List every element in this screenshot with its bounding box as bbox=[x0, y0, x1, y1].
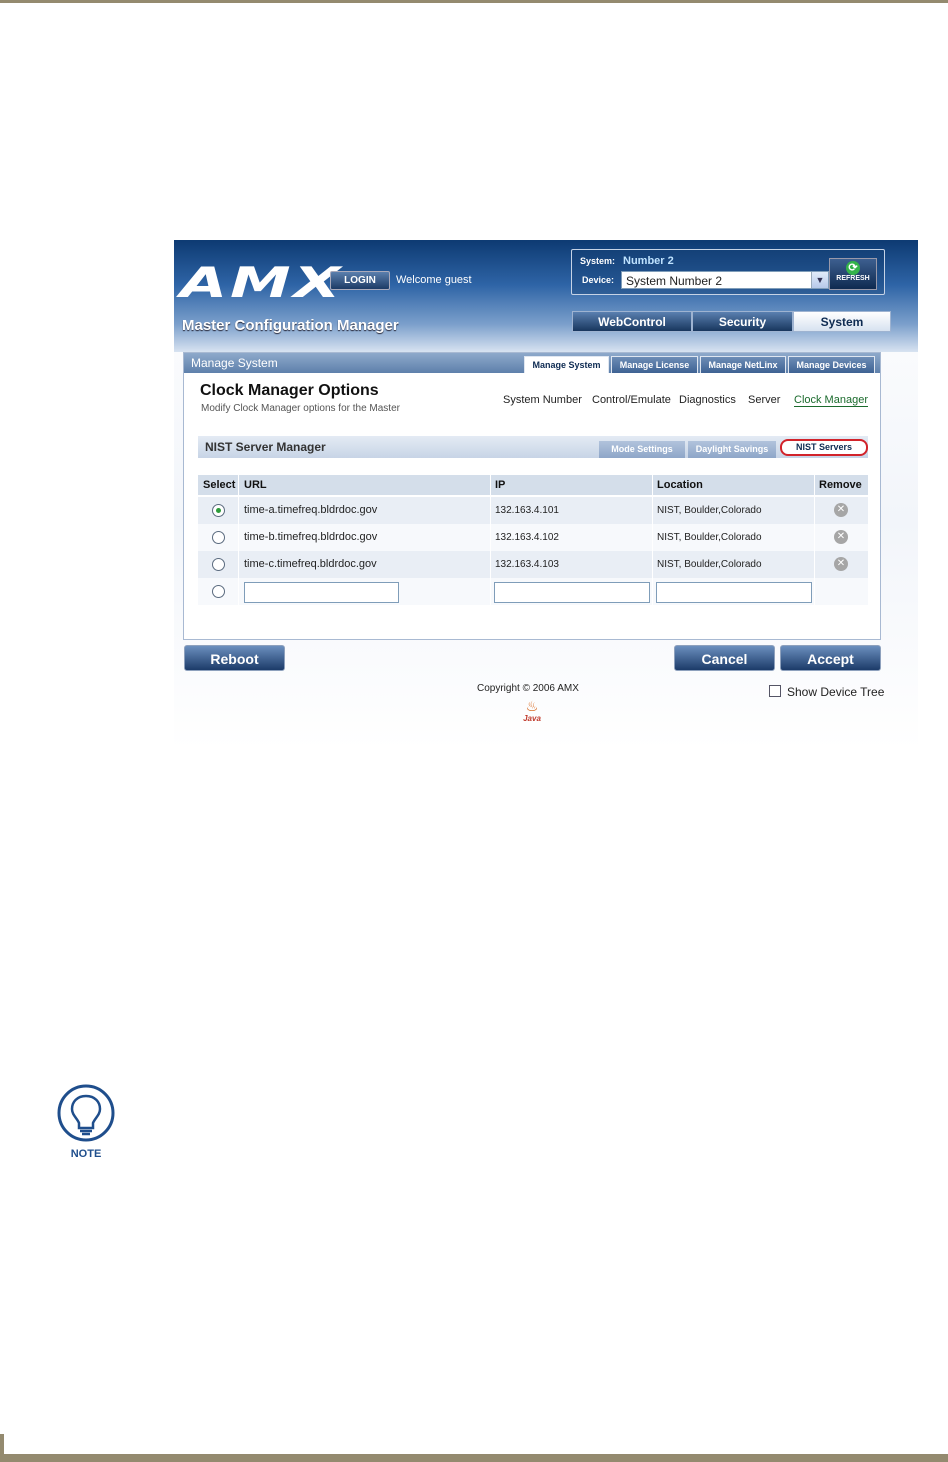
tab-daylight-savings[interactable]: Daylight Savings bbox=[688, 441, 776, 458]
panel-title: Manage System bbox=[191, 356, 278, 370]
refresh-icon: ⟳ bbox=[846, 261, 860, 275]
cancel-button[interactable]: Cancel bbox=[674, 645, 775, 671]
location-cell: NIST, Boulder,Colorado bbox=[657, 559, 762, 570]
device-select[interactable]: System Number 2 ▼ bbox=[621, 271, 829, 289]
table-row: time-a.timefreq.bldrdoc.gov 132.163.4.10… bbox=[198, 497, 868, 524]
page-bottom-rule bbox=[0, 1454, 948, 1462]
reboot-button[interactable]: Reboot bbox=[184, 645, 285, 671]
column-divider bbox=[238, 475, 239, 605]
tab-manage-netlinx[interactable]: Manage NetLinx bbox=[700, 356, 786, 373]
column-divider bbox=[652, 475, 653, 605]
tab-system[interactable]: System bbox=[793, 311, 891, 332]
table-header: Select URL IP Location Remove bbox=[198, 475, 868, 495]
col-ip: IP bbox=[495, 479, 506, 491]
ip-cell: 132.163.4.103 bbox=[495, 559, 559, 570]
tab-mode-settings[interactable]: Mode Settings bbox=[599, 441, 685, 458]
new-ip-input[interactable] bbox=[494, 582, 650, 603]
copyright-text: Copyright © 2006 AMX bbox=[477, 683, 579, 694]
options-subtitle: Modify Clock Manager options for the Mas… bbox=[201, 403, 400, 414]
tab-manage-devices[interactable]: Manage Devices bbox=[788, 356, 875, 373]
java-cup-icon: ♨ bbox=[525, 698, 539, 714]
system-selector-panel: System: Number 2 Device: System Number 2… bbox=[571, 249, 885, 295]
note-label: NOTE bbox=[71, 1148, 102, 1160]
amx-logo: AMX bbox=[180, 258, 344, 307]
ip-cell: 132.163.4.101 bbox=[495, 505, 559, 516]
link-system-number[interactable]: System Number bbox=[503, 394, 582, 406]
url-cell: time-b.timefreq.bldrdoc.gov bbox=[244, 531, 378, 543]
select-radio[interactable] bbox=[212, 504, 225, 517]
url-cell: time-a.timefreq.bldrdoc.gov bbox=[244, 504, 378, 516]
manage-system-panel: Manage System Manage System Manage Licen… bbox=[183, 352, 881, 640]
remove-icon[interactable]: ✕ bbox=[834, 503, 848, 517]
welcome-text: Welcome guest bbox=[396, 274, 472, 286]
col-location: Location bbox=[657, 479, 703, 491]
location-cell: NIST, Boulder,Colorado bbox=[657, 505, 762, 516]
system-label: System: bbox=[580, 256, 616, 266]
remove-icon[interactable]: ✕ bbox=[834, 557, 848, 571]
link-server[interactable]: Server bbox=[748, 394, 780, 406]
col-remove: Remove bbox=[819, 479, 862, 491]
link-clock-manager[interactable]: Clock Manager bbox=[794, 394, 868, 407]
select-radio[interactable] bbox=[212, 531, 225, 544]
chevron-down-icon[interactable]: ▼ bbox=[811, 272, 828, 288]
device-select-value: System Number 2 bbox=[626, 274, 723, 288]
remove-icon[interactable]: ✕ bbox=[834, 530, 848, 544]
select-radio[interactable] bbox=[212, 585, 225, 598]
link-diagnostics[interactable]: Diagnostics bbox=[679, 394, 736, 406]
tab-manage-license[interactable]: Manage License bbox=[611, 356, 698, 373]
url-cell: time-c.timefreq.bldrdoc.gov bbox=[244, 558, 377, 570]
ip-cell: 132.163.4.102 bbox=[495, 532, 559, 543]
link-control-emulate[interactable]: Control/Emulate bbox=[592, 394, 671, 406]
tab-security[interactable]: Security bbox=[692, 311, 793, 332]
table-row: time-c.timefreq.bldrdoc.gov 132.163.4.10… bbox=[198, 551, 868, 578]
refresh-label: REFRESH bbox=[836, 275, 870, 282]
tab-nist-servers[interactable]: NIST Servers bbox=[780, 439, 868, 456]
tab-webcontrol[interactable]: WebControl bbox=[572, 311, 692, 332]
options-title: Clock Manager Options bbox=[200, 382, 379, 399]
show-device-tree-label: Show Device Tree bbox=[787, 685, 885, 699]
login-button[interactable]: LOGIN bbox=[330, 271, 390, 290]
column-divider bbox=[814, 475, 815, 605]
show-device-tree-checkbox[interactable] bbox=[769, 685, 781, 697]
nist-server-manager-bar: NIST Server Manager Mode Settings Daylig… bbox=[198, 436, 868, 458]
location-cell: NIST, Boulder,Colorado bbox=[657, 532, 762, 543]
col-select: Select bbox=[203, 479, 236, 491]
tab-manage-system[interactable]: Manage System bbox=[524, 356, 609, 373]
note-lightbulb-icon: NOTE bbox=[57, 1084, 115, 1160]
refresh-button[interactable]: ⟳ REFRESH bbox=[829, 258, 877, 290]
nist-title: NIST Server Manager bbox=[205, 440, 326, 454]
accept-button[interactable]: Accept bbox=[780, 645, 881, 671]
system-value: Number 2 bbox=[623, 255, 674, 267]
device-label: Device: bbox=[582, 275, 615, 285]
java-wordmark: Java bbox=[523, 714, 541, 723]
column-divider bbox=[490, 475, 491, 605]
new-location-input[interactable] bbox=[656, 582, 812, 603]
table-row-new-entry bbox=[198, 578, 868, 605]
col-url: URL bbox=[244, 479, 267, 491]
screenshot-frame: AMX LOGIN Welcome guest Master Configura… bbox=[174, 240, 918, 750]
show-device-tree-toggle[interactable]: Show Device Tree bbox=[769, 685, 884, 699]
select-radio[interactable] bbox=[212, 558, 225, 571]
new-url-input[interactable] bbox=[244, 582, 399, 603]
panel-header-bar: Manage System Manage System Manage Licen… bbox=[184, 353, 880, 373]
page-top-rule bbox=[0, 0, 948, 3]
app-title: Master Configuration Manager bbox=[182, 317, 399, 334]
table-row: time-b.timefreq.bldrdoc.gov 132.163.4.10… bbox=[198, 524, 868, 551]
java-logo: ♨ Java bbox=[522, 698, 542, 734]
app-header: AMX LOGIN Welcome guest Master Configura… bbox=[174, 240, 918, 352]
